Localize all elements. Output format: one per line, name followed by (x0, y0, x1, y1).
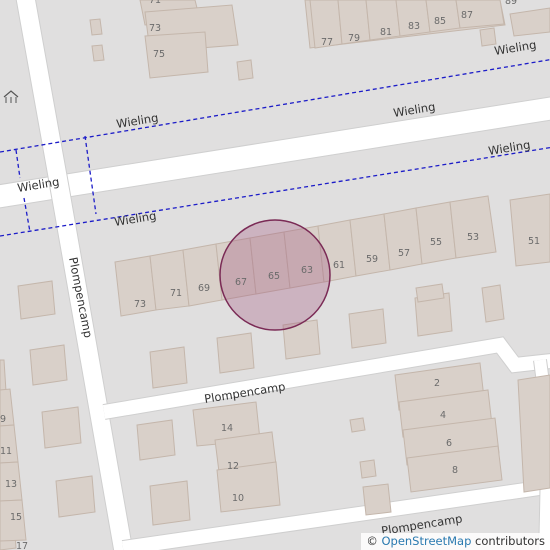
street-label-wieling: Wieling (113, 209, 157, 229)
house-number: 83 (408, 21, 420, 32)
osm-link[interactable]: OpenStreetMap (381, 534, 471, 548)
house-number: 55 (430, 237, 442, 248)
house-number: 71 (149, 0, 161, 6)
house-number: 85 (434, 16, 446, 27)
house-number: 17 (16, 541, 28, 550)
house-number: 53 (467, 232, 479, 243)
house-number: 57 (398, 248, 410, 259)
street-label-wieling: Wieling (487, 138, 531, 158)
house-number: 69 (198, 283, 210, 294)
house-number: 15 (10, 512, 22, 523)
house-number: 9 (0, 414, 6, 425)
house-number: 10 (232, 493, 244, 504)
buildings-north (89, 0, 550, 81)
house-number: 71 (170, 288, 182, 299)
house-number: 75 (153, 49, 165, 60)
street-label-wieling: Wieling (115, 111, 159, 131)
house-number: 4 (440, 410, 446, 421)
house-number: 81 (380, 27, 392, 38)
house-number: 59 (366, 254, 378, 265)
house-number: 51 (528, 236, 540, 247)
house-number: 87 (461, 10, 473, 21)
house-number: 11 (0, 446, 12, 457)
house-number: 89 (505, 0, 517, 7)
house-number: 8 (452, 465, 458, 476)
house-number: 14 (221, 423, 233, 434)
street-label-wieling: Wieling (493, 38, 537, 58)
house-number: 2 (434, 378, 440, 389)
house-number: 73 (149, 23, 161, 34)
road-wieling (0, 96, 550, 209)
house-number: 63 (301, 265, 313, 276)
house-number: 79 (348, 33, 360, 44)
house-number: 67 (235, 277, 247, 288)
attribution-suffix: contributors (471, 534, 545, 548)
shelter-icon[interactable] (3, 90, 19, 103)
map-attribution: © OpenStreetMap contributors (361, 533, 550, 550)
house-number: 61 (333, 260, 345, 271)
house-number: 73 (134, 299, 146, 310)
house-number: 77 (321, 37, 333, 48)
house-number: 13 (5, 479, 17, 490)
copyright-symbol: © (366, 534, 378, 548)
house-number: 65 (268, 271, 280, 282)
map-layer[interactable]: Wieling Wieling Wieling Wieling Wieling … (0, 0, 550, 550)
house-number: 6 (446, 438, 452, 449)
house-number: 12 (227, 461, 239, 472)
map-canvas[interactable]: Wieling Wieling Wieling Wieling Wieling … (0, 0, 550, 550)
